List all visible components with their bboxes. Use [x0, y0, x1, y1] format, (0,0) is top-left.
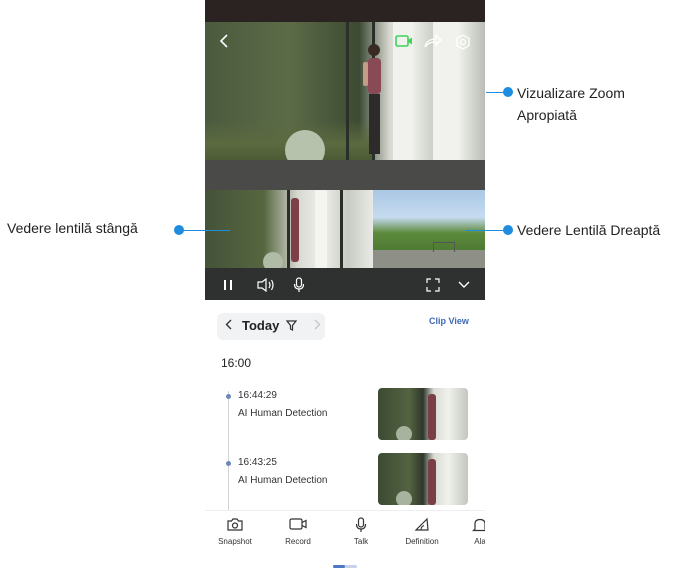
back-icon[interactable]: [219, 34, 229, 52]
event-time: 16:43:25: [238, 457, 277, 468]
record-label: Record: [285, 537, 311, 546]
right-patio-table: [433, 242, 455, 252]
chevron-down-icon[interactable]: [458, 268, 470, 300]
record-button[interactable]: Record: [268, 511, 328, 546]
video-record-icon: [268, 517, 328, 533]
recording-icon[interactable]: [395, 34, 413, 52]
timeline-dot: [226, 394, 231, 399]
right-terrace: [373, 250, 485, 268]
left-lens-view[interactable]: [205, 190, 373, 268]
zoom-door-frame: [346, 22, 349, 160]
right-lens-view[interactable]: [373, 190, 485, 268]
filter-icon[interactable]: [285, 319, 298, 334]
hour-header: 16:00: [221, 356, 252, 370]
event-title[interactable]: AI Human Detection: [238, 408, 328, 419]
home-indicator: [333, 565, 357, 568]
fullscreen-icon[interactable]: [426, 268, 440, 300]
home-indicator-active: [333, 565, 345, 568]
zoom-callout-dot: [503, 87, 513, 97]
event-thumbnail[interactable]: [378, 453, 468, 505]
camera-icon: [205, 517, 265, 533]
definition-label: Definition: [405, 537, 439, 546]
right-lens-callout-dot: [503, 225, 513, 235]
event-thumbnail[interactable]: [378, 388, 468, 440]
next-day-icon[interactable]: [314, 318, 321, 333]
prev-day-icon[interactable]: [225, 318, 232, 333]
lens-view[interactable]: [205, 190, 485, 268]
event-title[interactable]: AI Human Detection: [238, 475, 328, 486]
microphone-icon: [331, 517, 391, 533]
status-bar: [205, 0, 485, 22]
left-door-frame: [340, 190, 343, 268]
pause-icon[interactable]: [223, 268, 233, 300]
action-bar: Snapshot Record Talk Definition Ala: [205, 510, 485, 554]
view-divider: [205, 160, 485, 190]
date-label[interactable]: Today: [242, 318, 279, 333]
date-selector: Today: [217, 313, 325, 340]
alarm-button[interactable]: Ala: [450, 511, 485, 546]
left-garden-orb: [263, 252, 283, 268]
alarm-icon: [450, 517, 485, 533]
event-time: 16:44:29: [238, 390, 277, 401]
talk-button[interactable]: Talk: [331, 511, 391, 546]
left-door-frame: [287, 190, 290, 268]
volume-icon[interactable]: [257, 268, 275, 300]
microphone-icon[interactable]: [293, 268, 305, 300]
snapshot-button[interactable]: Snapshot: [205, 511, 265, 546]
playback-controls: [205, 268, 485, 300]
thumbnail-orb: [396, 491, 412, 505]
thumbnail-orb: [396, 426, 412, 440]
left-lens-callout-label: Vedere lentilă stângă: [7, 220, 138, 236]
definition-icon: [392, 517, 452, 533]
right-lens-callout-label: Vedere Lentilă Dreaptă: [517, 222, 661, 238]
talk-label: Talk: [353, 537, 369, 546]
snapshot-label: Snapshot: [218, 537, 252, 546]
thumbnail-person: [428, 394, 436, 440]
alarm-label: Ala: [474, 537, 485, 546]
left-lens-callout-line: [180, 230, 230, 231]
definition-button[interactable]: Definition: [392, 511, 452, 546]
timeline-line: [228, 391, 229, 511]
share-icon[interactable]: [424, 33, 442, 52]
left-person: [291, 198, 299, 262]
app-screen: Today Clip View 16:00 16:44:29 AI Human …: [205, 0, 485, 570]
person-figure: [363, 44, 381, 154]
zoom-callout-label: Vizualizare Zoom: [517, 85, 625, 101]
thumbnail-person: [428, 459, 436, 505]
settings-icon[interactable]: [455, 34, 471, 54]
timeline-dot: [226, 461, 231, 466]
zoom-callout-label-2: Apropiată: [517, 107, 577, 123]
zoom-view[interactable]: [205, 22, 485, 160]
clip-view-link[interactable]: Clip View: [429, 316, 469, 326]
left-pillar: [315, 190, 327, 268]
